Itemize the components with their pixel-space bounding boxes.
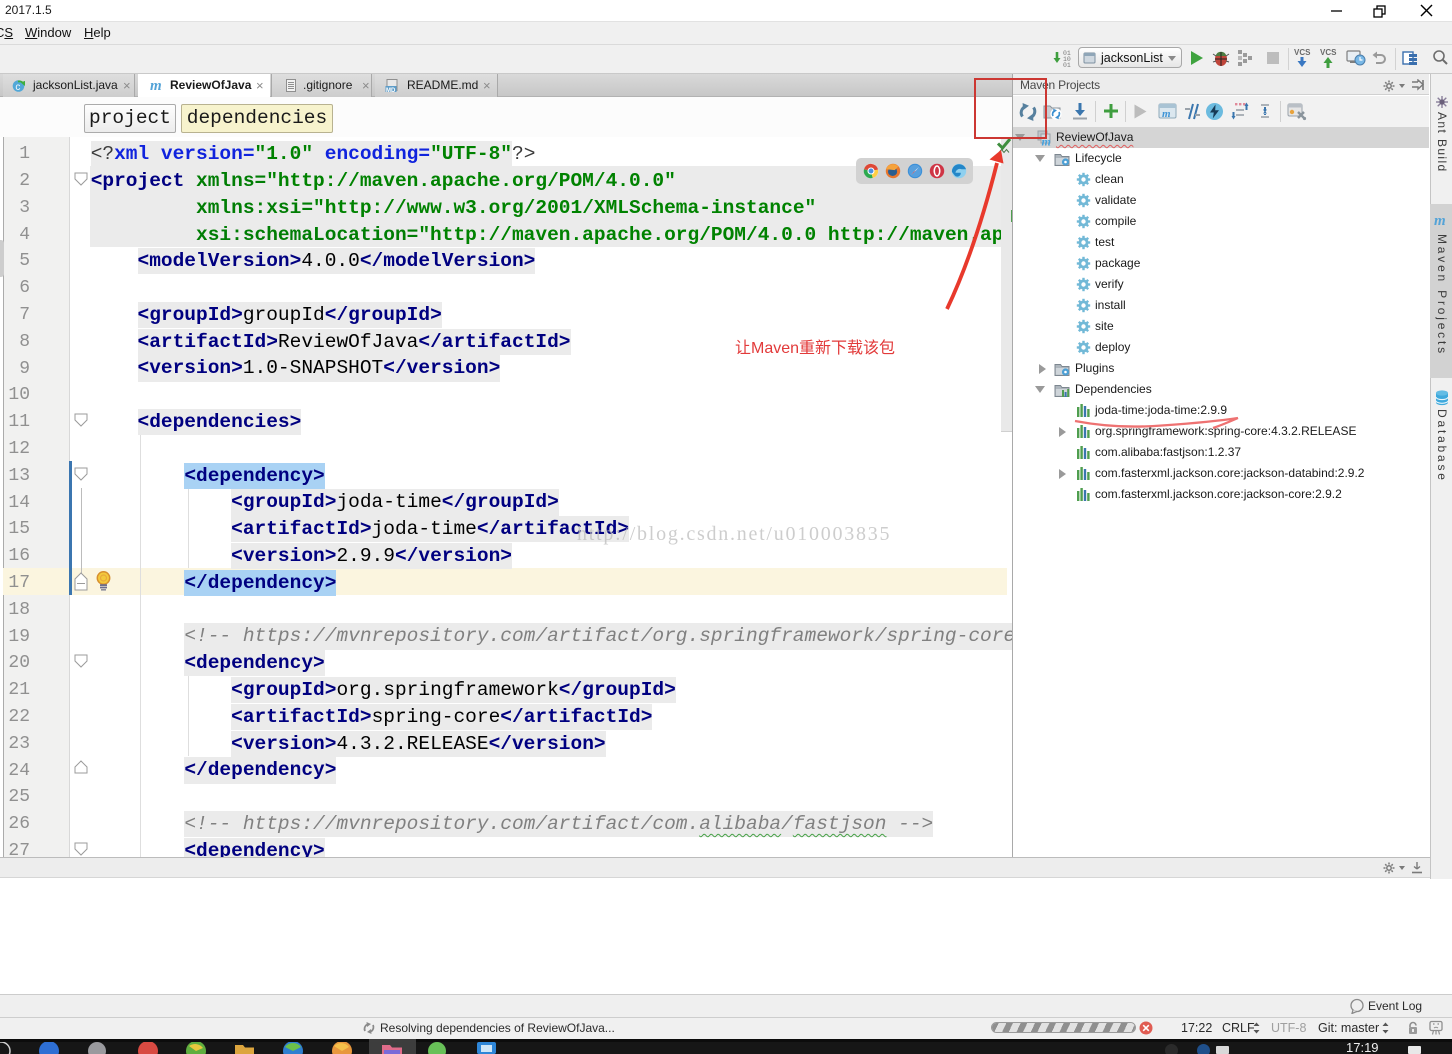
svg-text:MD: MD — [386, 88, 396, 92]
svg-text:01: 01 — [1063, 62, 1071, 69]
svg-text:m: m — [1162, 108, 1171, 120]
svg-text:VCS: VCS — [1320, 48, 1337, 57]
svg-text:c: c — [15, 82, 20, 92]
svg-text:VCS: VCS — [1294, 48, 1311, 57]
svg-text:m: m — [150, 78, 162, 91]
